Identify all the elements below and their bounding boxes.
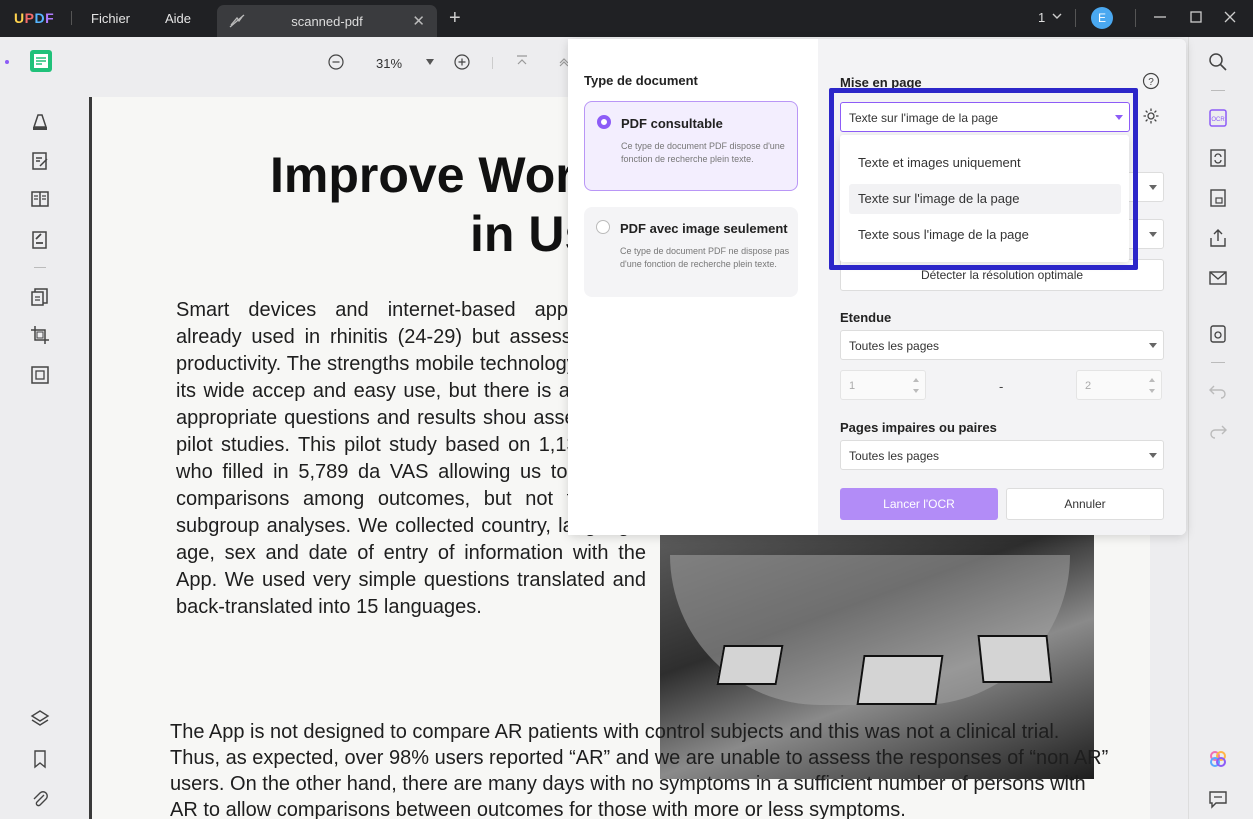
range-select[interactable]: Toutes les pages [840,330,1164,360]
cancel-button[interactable]: Annuler [1006,488,1164,520]
email-icon[interactable] [1208,268,1228,288]
menu-fichier[interactable]: Fichier [91,11,130,26]
watermark-icon[interactable] [30,365,50,385]
option-description: Ce type de document PDF dispose d'une fo… [621,141,785,164]
layers-icon[interactable] [30,709,50,729]
redo-icon[interactable] [1208,421,1228,441]
reader-icon[interactable] [29,49,53,73]
maximize-icon[interactable] [1188,9,1204,25]
photo-laptop [716,645,784,685]
option-description: Ce type de document PDF ne dispose pas d… [620,246,790,269]
app-logo: UPDF [14,10,55,26]
menu-aide[interactable]: Aide [165,11,191,26]
toolbar-separator [1211,90,1225,91]
doc-type-panel: Type de document PDF consultable Ce type… [568,39,818,535]
title-separator [1075,9,1076,27]
avatar[interactable]: E [1091,7,1113,29]
option-image-only-pdf[interactable]: PDF avec image seulement Ce type de docu… [584,207,798,297]
document-tab[interactable]: scanned-pdf ✕ [217,5,437,37]
svg-text:?: ? [1148,77,1154,88]
tab-close-icon[interactable]: ✕ [412,12,425,30]
ai-assistant-icon[interactable] [1208,749,1228,769]
attachment-icon[interactable] [30,789,50,809]
page-headline: Improve Wor [270,147,575,203]
stepper-up-icon[interactable] [913,378,919,382]
chevron-down-icon[interactable] [1051,10,1063,22]
convert-icon[interactable] [1208,148,1228,168]
annotation-highlight-box [829,88,1138,270]
indicator-dot [5,60,9,64]
title-separator [71,11,72,25]
protect-icon[interactable] [1208,188,1228,208]
svg-text:OCR: OCR [1211,117,1225,123]
left-toolbar [12,37,68,819]
stepper-up-icon[interactable] [1149,378,1155,382]
range-dash: - [999,379,1004,394]
run-ocr-button[interactable]: Lancer l'OCR [840,488,998,520]
edit-icon[interactable] [30,151,50,171]
parity-select-value: Toutes les pages [849,449,940,463]
title-separator [1135,9,1136,27]
zoom-dropdown-icon[interactable] [426,59,434,65]
radio-unselected[interactable] [596,220,610,234]
search-icon[interactable] [1208,52,1228,72]
stepper-down-icon[interactable] [1149,389,1155,393]
toolbar-separator [1211,362,1225,363]
photo-laptop [977,635,1053,683]
toolbar-separator [34,267,46,268]
share-icon[interactable] [1208,228,1228,248]
photo-laptop [856,655,944,705]
caret-down-icon [1149,185,1157,190]
minimize-icon[interactable] [1152,9,1168,25]
title-bar: UPDF Fichier Aide scanned-pdf ✕ + 1 E [0,0,1253,37]
close-window-icon[interactable] [1222,9,1238,25]
option-title: PDF avec image seulement [620,221,788,236]
bookmark-icon[interactable] [30,749,50,769]
caret-down-icon [1149,453,1157,458]
zoom-in-icon[interactable] [454,54,470,70]
range-title: Etendue [840,310,892,325]
crop-icon[interactable] [30,325,50,345]
parity-title: Pages impaires ou paires [840,420,997,435]
new-tab-icon[interactable]: + [449,7,461,30]
comment-icon[interactable] [30,111,50,131]
range-from-input[interactable]: 1 [840,370,926,400]
stepper-down-icon[interactable] [913,389,919,393]
zoom-toolbar: 31% [68,37,569,89]
form-icon[interactable] [30,230,50,250]
caret-down-icon [1149,232,1157,237]
range-to-input[interactable]: 2 [1076,370,1162,400]
page-number[interactable]: 1 [1038,10,1045,25]
range-to-value: 2 [1085,380,1092,392]
left-strip [0,37,12,819]
help-icon[interactable]: ? [1142,72,1160,90]
page-layout-icon[interactable] [30,189,50,209]
option-title: PDF consultable [621,116,723,131]
undo-icon[interactable] [1208,381,1228,401]
bleed-through-text [182,192,322,272]
option-searchable-pdf[interactable]: PDF consultable Ce type de document PDF … [584,101,798,191]
parity-select[interactable]: Toutes les pages [840,440,1164,470]
radio-selected[interactable] [597,115,611,129]
range-select-value: Toutes les pages [849,339,940,353]
tab-title: scanned-pdf [291,14,363,29]
zoom-out-icon[interactable] [328,54,344,70]
page-paragraph: The App is not designed to compare AR pa… [170,721,1109,819]
organize-pages-icon[interactable] [30,287,50,307]
right-toolbar: OCR [1188,37,1253,819]
ocr-icon[interactable]: OCR [1208,108,1228,128]
caret-down-icon [1149,343,1157,348]
doc-type-title: Type de document [584,73,698,88]
zoom-separator [492,57,493,69]
first-page-icon[interactable] [515,54,529,68]
gear-icon[interactable] [1142,107,1160,125]
chat-icon[interactable] [1208,789,1228,809]
zoom-level[interactable]: 31% [376,56,402,71]
save-icon[interactable] [1208,324,1228,344]
range-from-value: 1 [849,380,856,392]
